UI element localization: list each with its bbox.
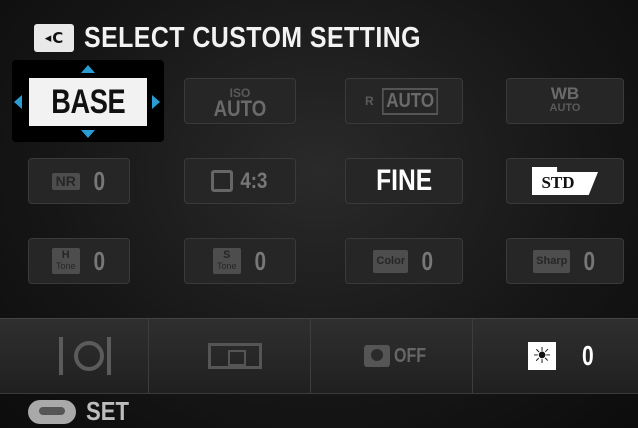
- iso-setting[interactable]: ISO AUTO: [184, 78, 296, 124]
- af-mode-setting[interactable]: [200, 337, 280, 375]
- shadow-tone-badge: S Tone: [213, 248, 241, 274]
- arrow-left-icon[interactable]: [14, 95, 22, 109]
- metering-icon: [59, 337, 111, 375]
- face-detection-icon: [364, 345, 390, 367]
- white-balance-value: AUTO: [549, 102, 581, 114]
- brightness-value: 0: [581, 340, 594, 371]
- color-value: 0: [421, 245, 434, 276]
- dynamic-range-prefix: R: [365, 94, 374, 108]
- menu-title: SELECT CUSTOM SETTING: [84, 21, 421, 54]
- face-detection-setting[interactable]: OFF: [364, 339, 454, 373]
- face-detection-value: OFF: [394, 344, 426, 367]
- film-value: STD: [541, 173, 575, 192]
- shadow-tone-value: 0: [253, 245, 266, 276]
- sharp-badge: Sharp: [533, 249, 571, 273]
- bottom-settings-bar: OFF ☀ 0: [0, 318, 638, 394]
- sharpness-setting[interactable]: Sharp 0: [506, 238, 624, 284]
- highlight-tone-badge: H Tone: [52, 248, 80, 274]
- white-balance-setting[interactable]: WB AUTO: [506, 78, 624, 124]
- color-badge: Color: [373, 249, 409, 273]
- color-setting[interactable]: Color 0: [345, 238, 463, 284]
- menu-ok-button-icon: [28, 399, 76, 424]
- shadow-tone-bottom: Tone: [217, 261, 237, 271]
- size-icon: [210, 170, 233, 192]
- bar-divider: [472, 319, 473, 393]
- iso-value: AUTO: [213, 96, 267, 121]
- size-value: 4:3: [239, 168, 268, 193]
- sharp-value: 0: [583, 245, 596, 276]
- shadow-tone-top: S: [223, 249, 231, 261]
- set-label: SET: [86, 396, 129, 426]
- arrow-right-icon[interactable]: [152, 95, 160, 109]
- lcd-brightness-setting[interactable]: ☀ 0: [528, 339, 618, 373]
- noise-reduction-setting[interactable]: NR 0: [28, 158, 130, 204]
- quality-value: FINE: [375, 164, 433, 197]
- film-simulation-setting[interactable]: STD: [506, 158, 624, 204]
- nr-badge: NR: [51, 172, 80, 190]
- highlight-tone-bottom: Tone: [56, 261, 76, 271]
- bar-divider: [310, 319, 311, 393]
- highlight-tone-value: 0: [92, 245, 105, 276]
- bar-divider: [148, 319, 149, 393]
- white-balance-label: WB: [550, 84, 580, 103]
- highlight-tone-top: H: [61, 249, 70, 261]
- footer-hint: SET: [28, 396, 137, 427]
- base-option[interactable]: BASE: [29, 78, 147, 126]
- base-label: BASE: [51, 82, 125, 121]
- shadow-tone-setting[interactable]: S Tone 0: [184, 238, 296, 284]
- custom-setting-icon: ◂ C: [34, 24, 74, 52]
- nr-value: 0: [93, 165, 105, 196]
- dynamic-range-value: AUTO: [381, 87, 439, 115]
- film-icon: STD: [532, 167, 598, 195]
- photometry-setting[interactable]: [52, 335, 118, 377]
- af-mode-icon: [208, 343, 262, 369]
- arrow-up-icon[interactable]: [81, 65, 95, 73]
- highlight-tone-setting[interactable]: H Tone 0: [28, 238, 130, 284]
- arrow-down-icon[interactable]: [81, 130, 95, 138]
- camera-menu-screen: ◂ C SELECT CUSTOM SETTING BASE ISO AUTO R…: [0, 0, 638, 428]
- brightness-icon: ☀: [528, 342, 556, 370]
- image-size-setting[interactable]: 4:3: [184, 158, 296, 204]
- dynamic-range-setting[interactable]: R AUTO: [345, 78, 463, 124]
- image-quality-setting[interactable]: FINE: [345, 158, 463, 204]
- menu-header: ◂ C SELECT CUSTOM SETTING: [34, 18, 476, 58]
